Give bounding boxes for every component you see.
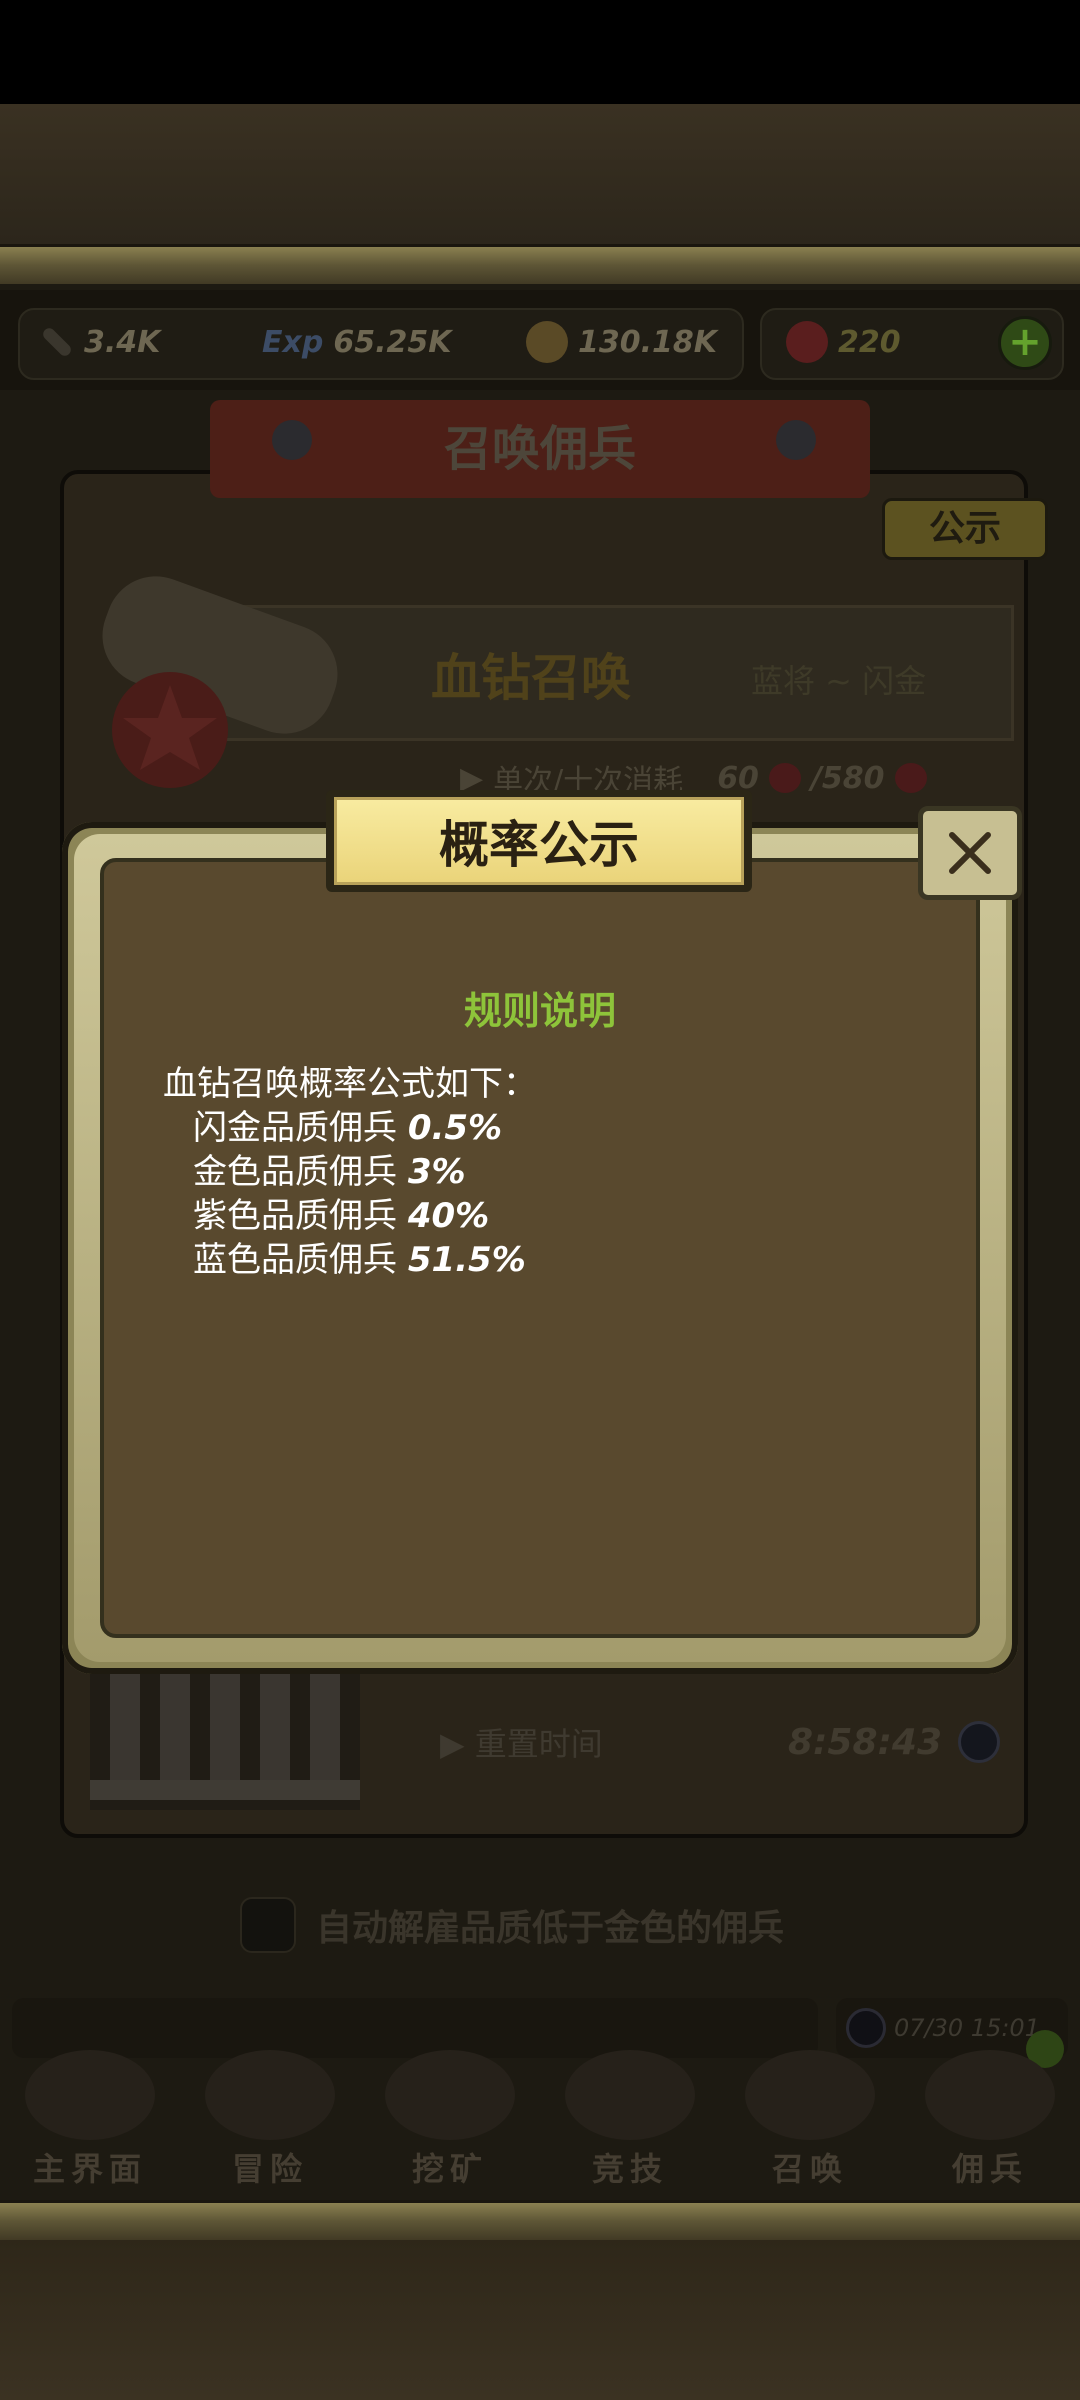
rate-value: 0.5% xyxy=(407,1108,503,1148)
modal-title: 概率公示 xyxy=(439,816,639,874)
nav-label: 召唤 xyxy=(771,2150,848,2188)
rate-quality: 蓝色品质佣兵 xyxy=(193,1240,397,1280)
nav-label: 主界面 xyxy=(32,2150,147,2188)
rules-subtitle: 规则说明 xyxy=(463,989,616,1033)
nav-summon[interactable]: 召唤 xyxy=(725,2050,895,2200)
rate-value: 3% xyxy=(407,1152,466,1192)
rate-value: 51.5% xyxy=(407,1240,526,1280)
banner-gem-right-icon xyxy=(776,420,816,460)
swords-lock-icon xyxy=(565,2050,695,2140)
power-resource: 3.4K xyxy=(40,318,160,366)
clock-icon xyxy=(958,1721,1000,1763)
auto-dismiss-checkbox[interactable] xyxy=(240,1897,296,1953)
rate-quality: 紫色品质佣兵 xyxy=(193,1196,397,1236)
nav-label: 挖矿 xyxy=(411,2150,488,2188)
close-button[interactable] xyxy=(918,806,1022,900)
exp-value: 65.25K xyxy=(333,324,452,360)
notice-button[interactable]: 公示 xyxy=(882,498,1048,560)
gold-value: 130.18K xyxy=(578,324,718,360)
rate-line: 闪金品质佣兵 0.5% xyxy=(163,1106,537,1150)
island-icon xyxy=(205,2050,335,2140)
summon-scroll-icon xyxy=(745,2050,875,2140)
rate-line: 蓝色品质佣兵 51.5% xyxy=(163,1238,537,1282)
status-bar xyxy=(0,0,1080,104)
cost-ten: /580 xyxy=(810,760,885,796)
nav-adventure[interactable]: 冒险 xyxy=(185,2050,355,2200)
banner-title: 召唤佣兵 xyxy=(443,421,636,477)
card-range: 蓝将 ~ 闪金 xyxy=(751,662,927,700)
exp-icon: Exp xyxy=(262,324,324,360)
auto-dismiss-label: 自动解雇品质低于金色的佣兵 xyxy=(316,1908,785,1949)
nav-label: 佣兵 xyxy=(951,2150,1028,2188)
rules-intro: 血钻召唤概率公式如下： xyxy=(163,1064,537,1104)
sword-icon xyxy=(40,325,74,359)
temple-columns-art xyxy=(90,1670,360,1810)
nav-label: 竞技 xyxy=(591,2150,668,2188)
clock-icon xyxy=(846,2008,886,2048)
nav-mercenary[interactable]: 佣兵 xyxy=(905,2050,1075,2200)
chat-bar[interactable] xyxy=(12,1998,818,2058)
nav-main[interactable]: 主界面 xyxy=(5,2050,175,2200)
rate-quality: 闪金品质佣兵 xyxy=(193,1108,397,1148)
mercenary-icon xyxy=(925,2050,1055,2140)
power-value: 3.4K xyxy=(84,324,161,360)
gold-resource: 130.18K xyxy=(526,318,717,366)
server-time-value: 07/30 15:01 xyxy=(894,2014,1040,2042)
exp-resource: Exp 65.25K xyxy=(262,318,451,366)
reset-time: 8:58:43 xyxy=(787,1721,942,1763)
rate-line: 金色品质佣兵 3% xyxy=(163,1150,537,1194)
map-background-top xyxy=(0,104,1080,244)
map-scroll-icon xyxy=(25,2050,155,2140)
red-diamond-icon xyxy=(894,763,927,793)
red-diamond-icon xyxy=(768,763,801,793)
map-background-bottom xyxy=(0,2240,1080,2400)
modal-title-box: 概率公示 xyxy=(334,797,744,885)
rate-quality: 金色品质佣兵 xyxy=(193,1152,397,1192)
pickaxe-lock-icon xyxy=(385,2050,515,2140)
diamond-resource: 220 xyxy=(786,318,901,366)
bottom-nav: 主界面 冒险 挖矿 竞技 召唤 佣兵 xyxy=(0,2050,1080,2200)
banner-gem-left-icon xyxy=(272,420,312,460)
rate-line: 紫色品质佣兵 40% xyxy=(163,1194,537,1238)
close-icon xyxy=(949,832,991,874)
red-diamond-icon xyxy=(786,321,828,363)
diamond-value: 220 xyxy=(838,324,901,360)
notice-button-label: 公示 xyxy=(928,508,1001,549)
reset-timer-row: ▶ 重置时间 8:58:43 xyxy=(440,1710,1000,1774)
coin-icon xyxy=(526,321,568,363)
play-arrow-icon: ▶ xyxy=(440,1725,475,1763)
nav-mining[interactable]: 挖矿 xyxy=(365,2050,535,2200)
reset-label-group: ▶ 重置时间 xyxy=(440,1719,603,1765)
auto-dismiss-row[interactable]: 自动解雇品质低于金色的佣兵 xyxy=(240,1890,940,1960)
rate-value: 40% xyxy=(407,1196,490,1236)
add-diamond-button[interactable]: + xyxy=(998,316,1052,370)
nav-arena[interactable]: 竞技 xyxy=(545,2050,715,2200)
rules-text: 血钻召唤概率公式如下： 闪金品质佣兵 0.5% 金色品质佣兵 3% 紫色品质佣兵… xyxy=(163,1062,537,1282)
reset-label: 重置时间 xyxy=(474,1725,603,1763)
card-title: 血钻召唤 xyxy=(431,649,631,707)
nav-label: 冒险 xyxy=(231,2150,308,2188)
